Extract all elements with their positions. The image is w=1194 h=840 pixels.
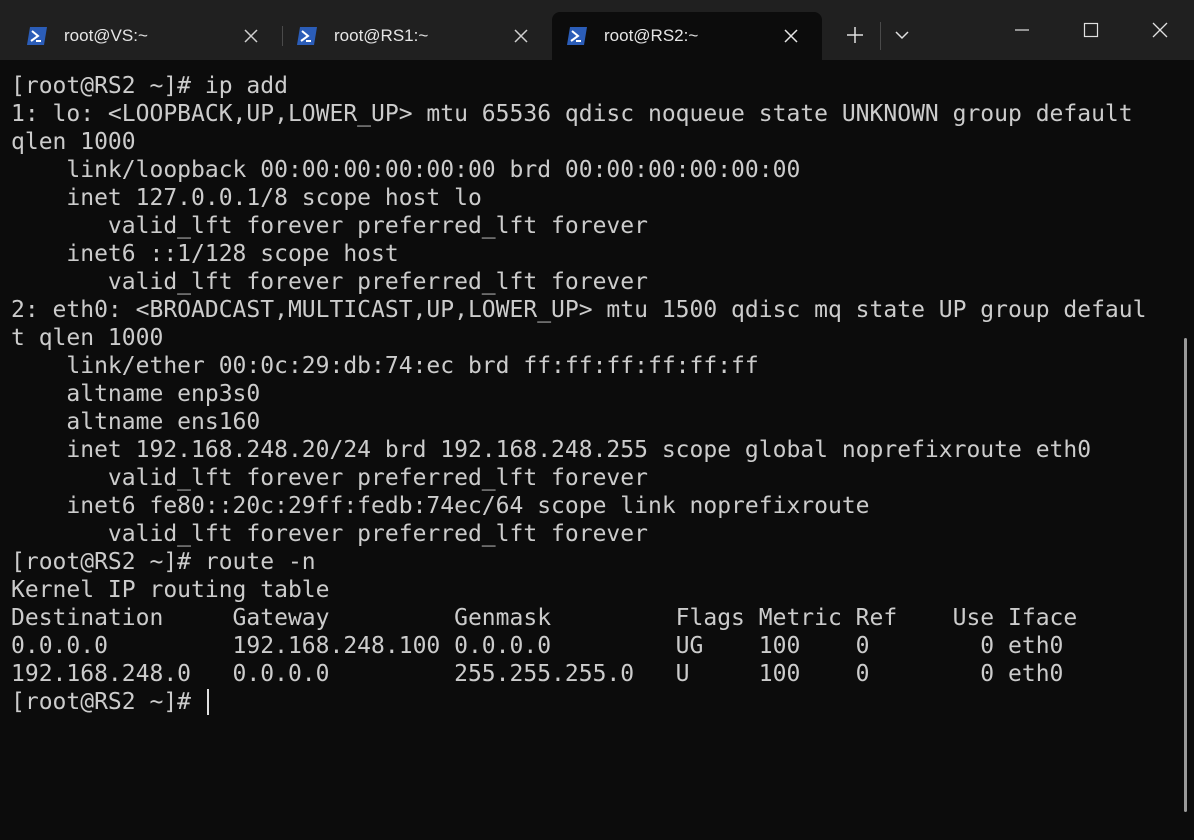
chevron-down-icon[interactable] [893, 28, 911, 42]
terminal-line: 2: eth0: <BROADCAST,MULTICAST,UP,LOWER_U… [11, 297, 1147, 323]
terminal-line: valid_lft forever preferred_lft forever [11, 213, 648, 239]
terminal-line: t qlen 1000 [11, 325, 164, 351]
terminal-line: link/loopback 00:00:00:00:00:00 brd 00:0… [11, 157, 801, 183]
powershell-icon [297, 27, 317, 45]
terminal-line: inet6 fe80::20c:29ff:fedb:74ec/64 scope … [11, 493, 870, 519]
terminal-line: Destination Gateway Genmask Flags Metric… [11, 605, 1078, 631]
terminal-line: valid_lft forever preferred_lft forever [11, 465, 648, 491]
close-tab-icon[interactable] [511, 26, 531, 46]
title-bar[interactable]: root@VS:~ root@RS1:~ root@RS2:~ [0, 0, 1194, 60]
terminal-line: altname ens160 [11, 409, 261, 435]
plus-icon[interactable] [845, 25, 865, 45]
close-window-button[interactable] [1126, 0, 1194, 60]
scrollbar[interactable] [1184, 338, 1187, 812]
powershell-icon [27, 27, 47, 45]
toolbar-divider [880, 22, 881, 50]
terminal-line: Kernel IP routing table [11, 577, 330, 603]
shell-prompt: [root@RS2 ~]# [11, 689, 205, 715]
terminal-line: valid_lft forever preferred_lft forever [11, 521, 648, 547]
terminal-output[interactable]: [root@RS2 ~]# ip add 1: lo: <LOOPBACK,UP,… [11, 72, 1171, 716]
terminal-line: inet 192.168.248.20/24 brd 192.168.248.2… [11, 437, 1092, 463]
maximize-button[interactable] [1057, 0, 1125, 60]
terminal-line: [root@RS2 ~]# route -n [11, 549, 316, 575]
prompt-line[interactable]: [root@RS2 ~]# [11, 688, 1171, 716]
tab-label: root@VS:~ [64, 26, 148, 45]
terminal-line: 192.168.248.0 0.0.0.0 255.255.255.0 U 10… [11, 661, 1064, 687]
minimize-button[interactable] [988, 0, 1056, 60]
tab-root-vs[interactable]: root@VS:~ [12, 12, 274, 60]
terminal-line: altname enp3s0 [11, 381, 261, 407]
minimize-icon [1015, 29, 1029, 31]
powershell-icon [567, 27, 587, 45]
terminal-line: qlen 1000 [11, 129, 136, 155]
terminal-line: 1: lo: <LOOPBACK,UP,LOWER_UP> mtu 65536 … [11, 101, 1133, 127]
terminal-line: link/ether 00:0c:29:db:74:ec brd ff:ff:f… [11, 353, 759, 379]
terminal-window: root@VS:~ root@RS1:~ root@RS2:~ [root@RS… [0, 0, 1194, 840]
tab-root-rs2[interactable]: root@RS2:~ [552, 12, 822, 60]
terminal-line: inet 127.0.0.1/8 scope host lo [11, 185, 482, 211]
text-cursor [206, 689, 209, 715]
terminal-line: 0.0.0.0 192.168.248.100 0.0.0.0 UG 100 0… [11, 633, 1064, 659]
terminal-line: inet6 ::1/128 scope host [11, 241, 399, 267]
terminal-line: [root@RS2 ~]# ip add [11, 73, 288, 99]
tab-label: root@RS2:~ [604, 26, 699, 45]
close-tab-icon[interactable] [241, 26, 261, 46]
tab-label: root@RS1:~ [334, 26, 429, 45]
terminal-line: valid_lft forever preferred_lft forever [11, 269, 648, 295]
close-icon [1152, 22, 1168, 38]
close-tab-icon[interactable] [781, 26, 801, 46]
maximize-icon [1083, 22, 1099, 38]
tab-root-rs1[interactable]: root@RS1:~ [282, 12, 544, 60]
